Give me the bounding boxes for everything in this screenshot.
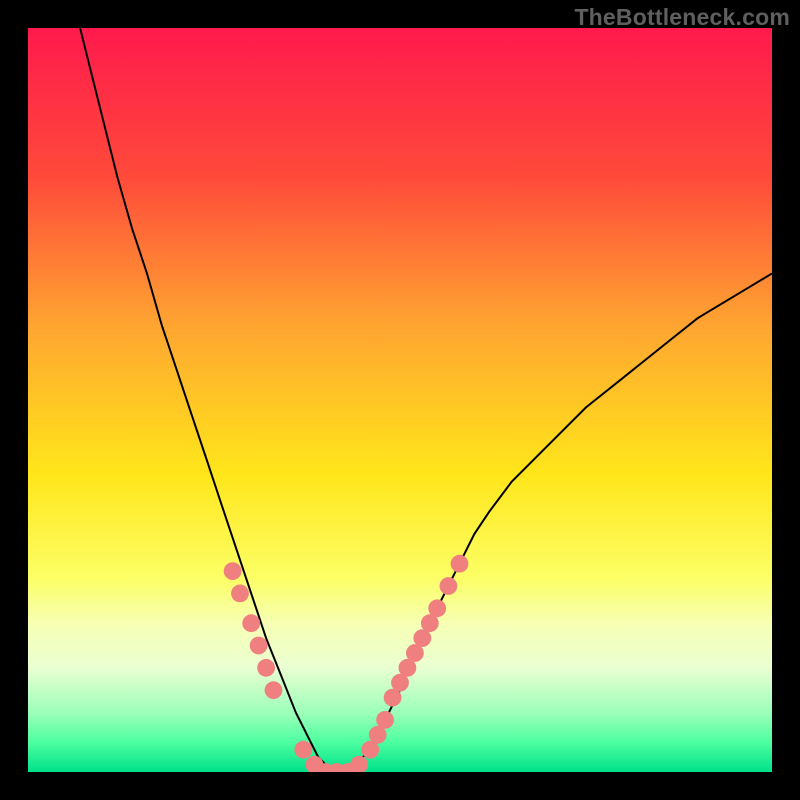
- attribution-text: TheBottleneck.com: [574, 4, 790, 31]
- marker-dot: [440, 577, 458, 595]
- chart-frame: [28, 28, 772, 772]
- marker-dot: [242, 614, 260, 632]
- marker-dot: [224, 562, 242, 580]
- marker-dot: [451, 555, 469, 573]
- marker-dot: [376, 711, 394, 729]
- marker-dot: [428, 599, 446, 617]
- marker-dot: [250, 637, 268, 655]
- gradient-background: [28, 28, 772, 772]
- marker-dot: [294, 741, 312, 759]
- marker-dot: [257, 659, 275, 677]
- bottleneck-chart: [28, 28, 772, 772]
- marker-dot: [265, 681, 283, 699]
- marker-dot: [231, 585, 249, 603]
